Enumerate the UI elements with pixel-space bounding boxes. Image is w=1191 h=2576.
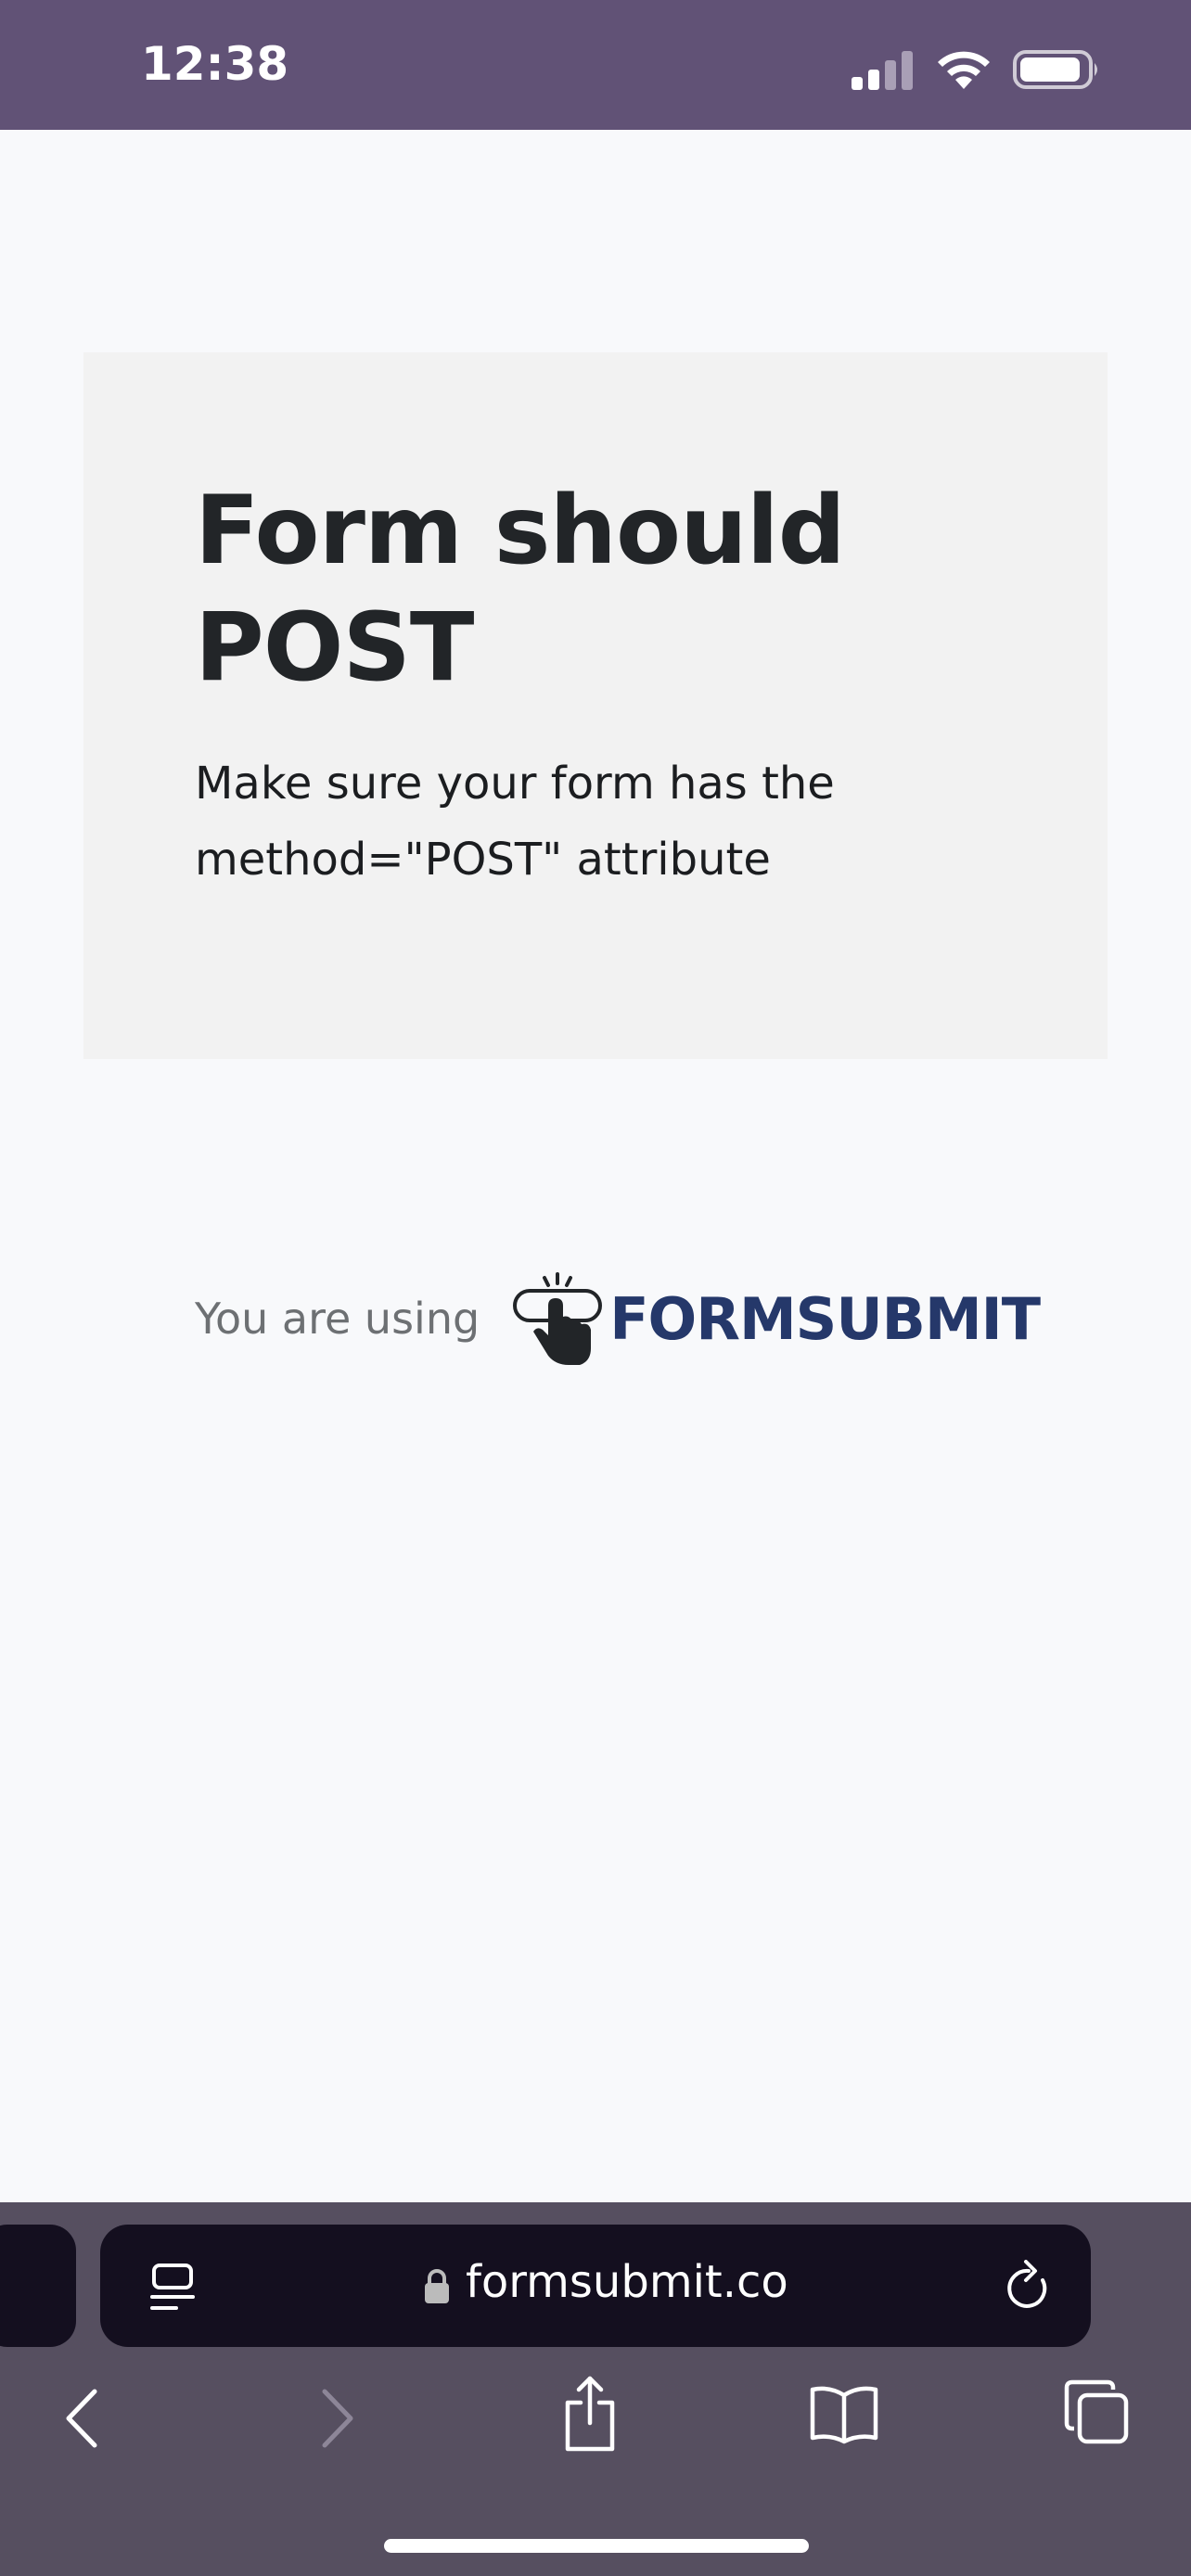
error-title: Form should POST [195,476,846,703]
tabs-icon[interactable] [1063,2378,1130,2445]
lock-icon [425,2269,449,2303]
home-indicator [384,2539,809,2553]
previous-tab-card[interactable] [0,2225,76,2347]
back-icon[interactable] [59,2384,104,2453]
share-icon[interactable] [560,2375,620,2453]
reload-icon[interactable] [1004,2260,1054,2314]
wifi-icon [938,51,990,89]
forward-icon[interactable] [315,2384,360,2453]
error-message: Make sure your form has the method="POST… [195,758,835,886]
status-icons [850,48,1102,91]
status-bar: 12:38 [0,0,1191,130]
pointer-click-icon [513,1272,603,1365]
address-bar[interactable]: formsubmit.co [100,2225,1091,2347]
status-time: 12:38 [141,37,289,91]
url-text: formsubmit.co [466,2256,788,2308]
battery-icon [1013,50,1097,89]
page-content: Form should POST Make sure your form has… [0,130,1191,2202]
powered-by: You are using FORMSUBMIT [195,1270,1041,1367]
powered-by-label: You are using [195,1294,480,1344]
brand-name: FORMSUBMIT [609,1284,1041,1353]
bookmarks-icon[interactable] [809,2384,879,2445]
error-card: Form should POST Make sure your form has… [83,352,1108,1059]
cellular-signal-icon [852,51,913,90]
formsubmit-logo-link[interactable]: FORMSUBMIT [511,1270,1041,1367]
browser-toolbar: formsubmit.co [0,2202,1191,2576]
page-menu-icon[interactable] [148,2262,197,2314]
